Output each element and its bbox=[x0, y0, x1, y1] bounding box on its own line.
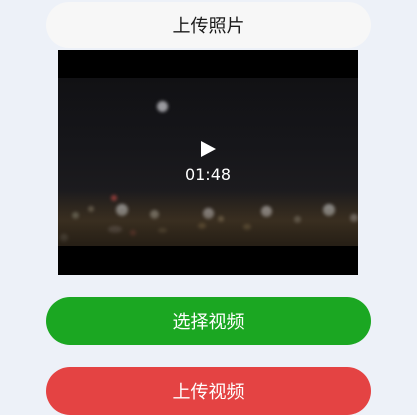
video-thumbnail bbox=[58, 78, 358, 246]
select-video-button[interactable]: 选择视频 bbox=[46, 297, 371, 345]
city-lights-band bbox=[58, 190, 358, 246]
video-duration: 01:48 bbox=[184, 165, 232, 184]
bokeh-light bbox=[157, 101, 168, 112]
play-icon[interactable] bbox=[201, 141, 216, 157]
upload-photo-button[interactable]: 上传照片 bbox=[46, 2, 371, 48]
upload-video-button[interactable]: 上传视频 bbox=[46, 367, 371, 415]
video-player[interactable]: 01:48 bbox=[58, 50, 358, 275]
